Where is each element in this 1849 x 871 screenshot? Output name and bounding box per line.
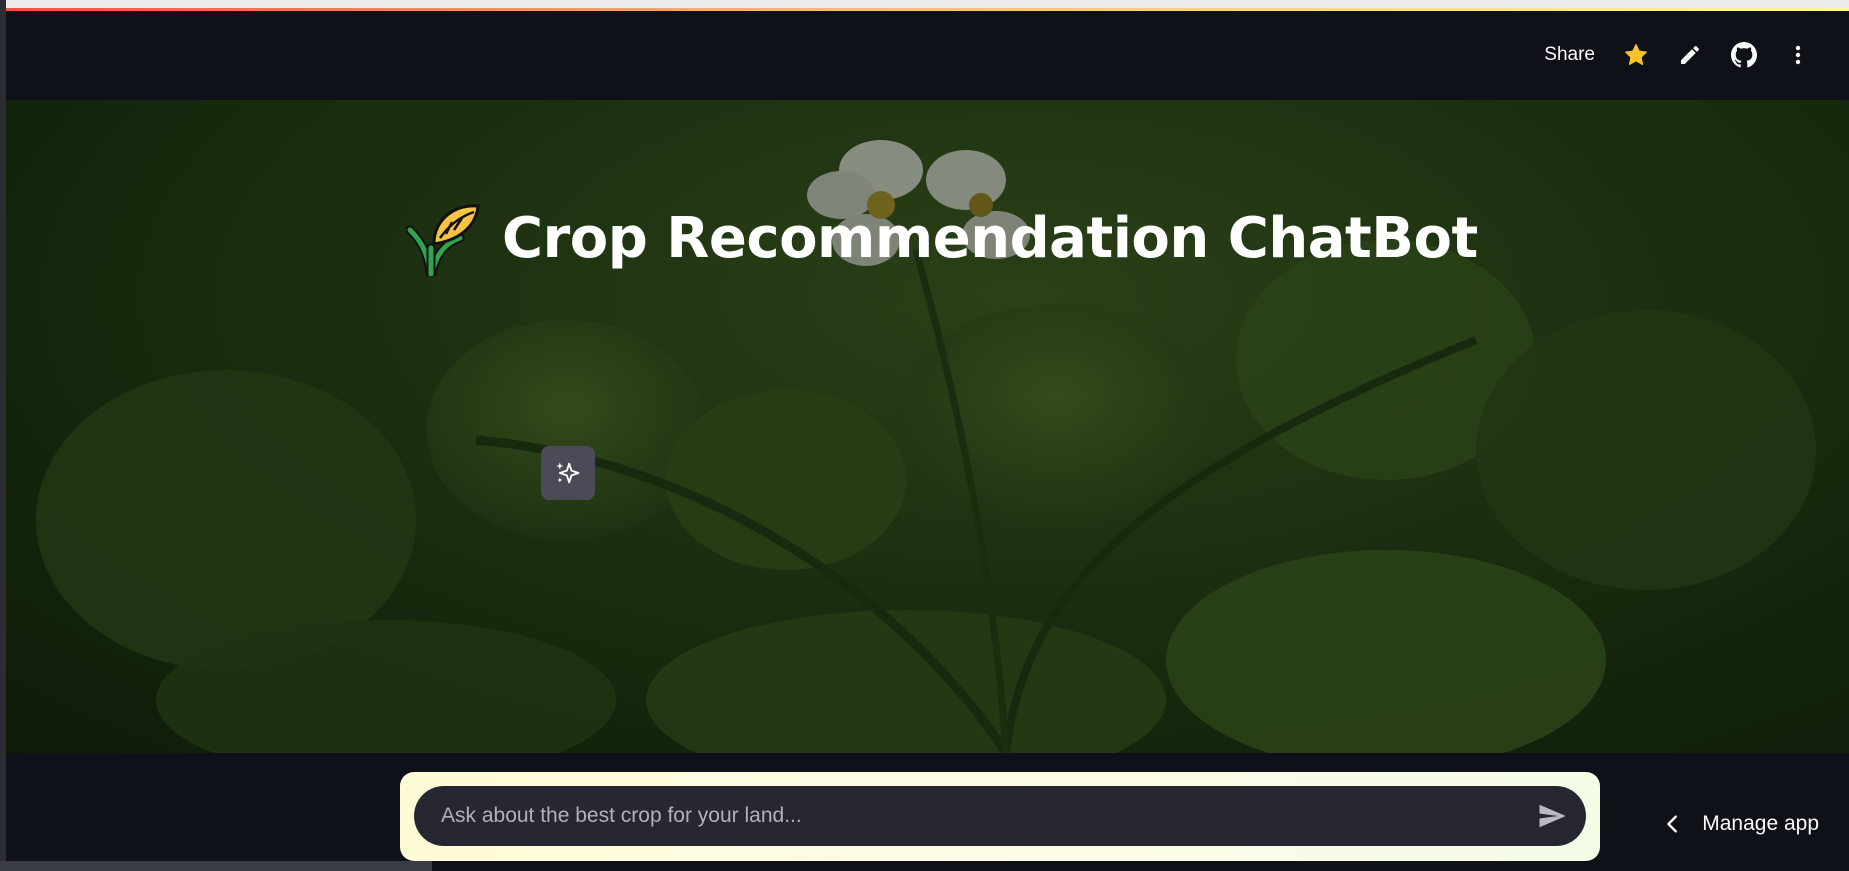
star-icon[interactable] (1609, 38, 1663, 72)
app-window: Share Crop Recommendation ChatBot Ask ab… (0, 0, 1849, 871)
chat-input-box (414, 785, 1586, 847)
chevron-left-icon (1667, 815, 1678, 833)
send-button[interactable] (1534, 798, 1570, 834)
wheat-emoji-icon (406, 204, 480, 276)
manage-app-label: Manage app (1702, 812, 1819, 835)
github-icon[interactable] (1717, 38, 1771, 72)
top-decoration (0, 0, 1849, 11)
hero-background: Crop Recommendation ChatBot (6, 100, 1849, 753)
sparkle-icon (556, 462, 580, 484)
sparkle-button[interactable] (541, 446, 595, 500)
title-text: Crop Recommendation ChatBot (502, 205, 1478, 271)
horizontal-scrollbar[interactable] (0, 861, 432, 871)
chat-input[interactable] (439, 785, 1516, 847)
share-button[interactable]: Share (1530, 44, 1609, 66)
chat-input-container (400, 772, 1600, 861)
manage-app-button[interactable]: Manage app (1662, 812, 1819, 836)
send-icon (1539, 804, 1566, 828)
app-header: Share (6, 11, 1849, 100)
hero-overlay (6, 100, 1849, 753)
page-title: Crop Recommendation ChatBot (406, 200, 1478, 276)
pencil-icon[interactable] (1663, 38, 1717, 72)
header-actions: Share (1530, 38, 1825, 72)
more-vertical-icon[interactable] (1771, 38, 1825, 72)
